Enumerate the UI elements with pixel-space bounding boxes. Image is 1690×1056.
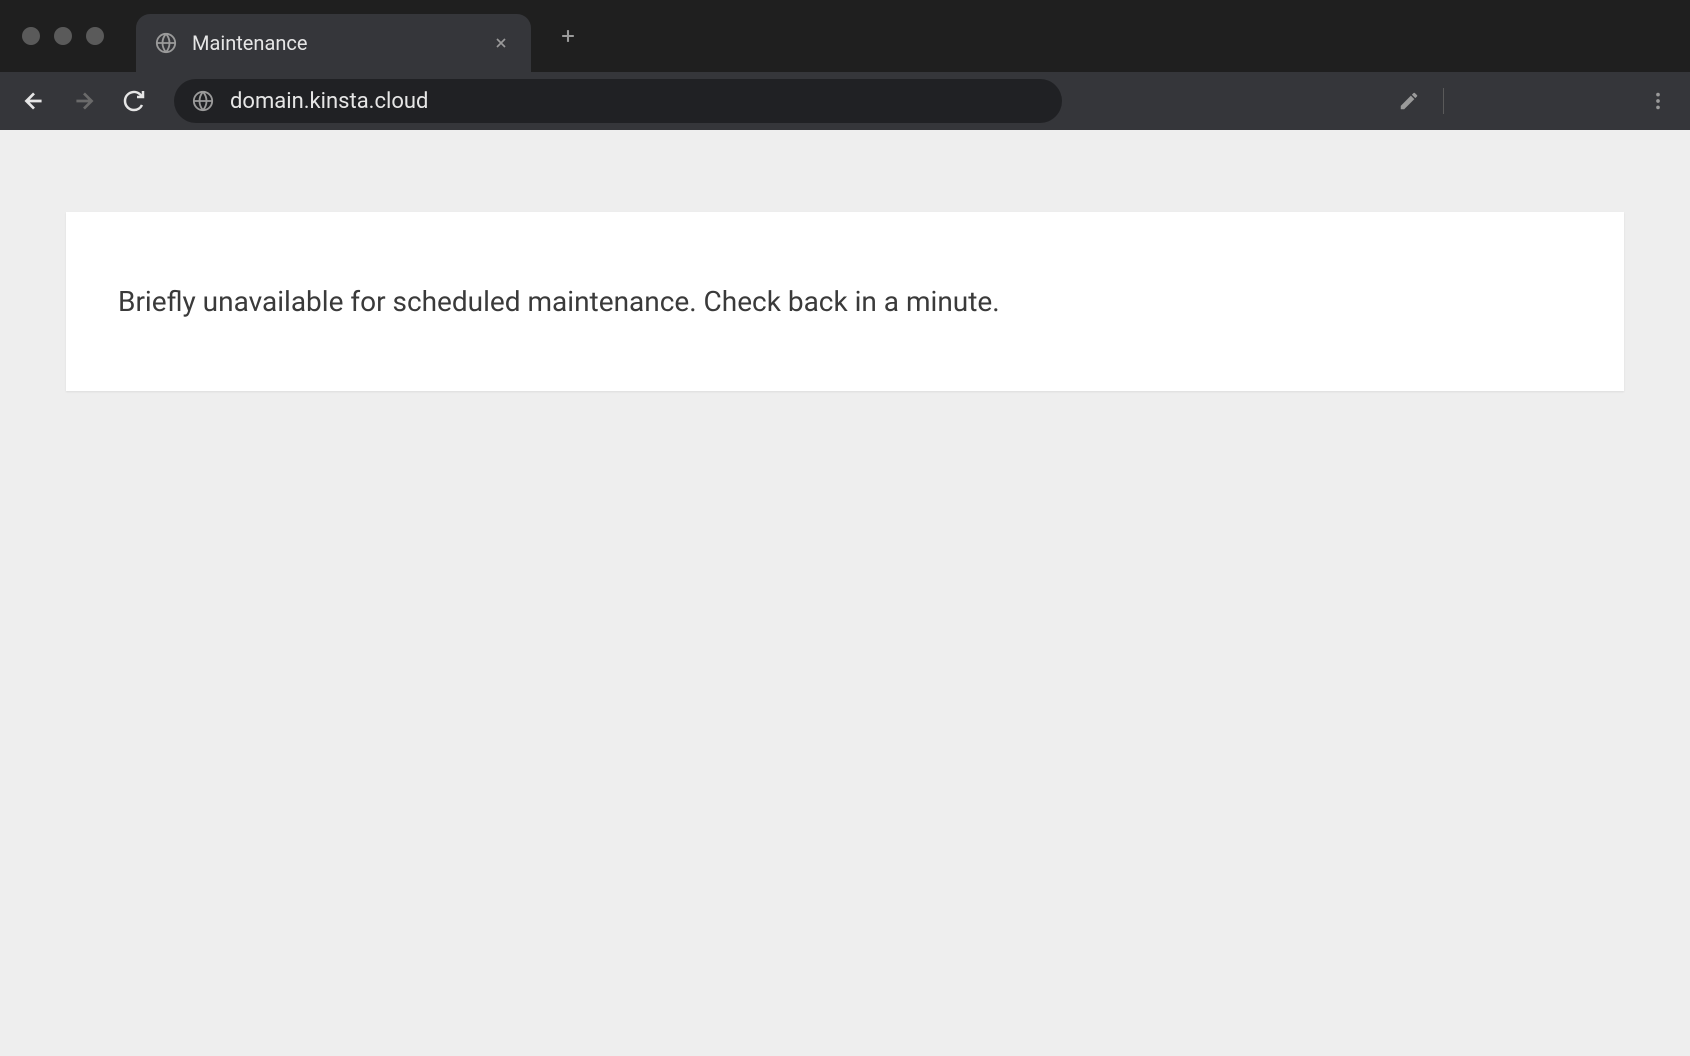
site-info-globe-icon[interactable] (192, 90, 214, 112)
window-close-button[interactable] (22, 27, 40, 45)
page-viewport: Briefly unavailable for scheduled mainte… (0, 130, 1690, 1056)
browser-toolbar: domain.kinsta.cloud (0, 72, 1690, 130)
window-maximize-button[interactable] (86, 27, 104, 45)
back-button[interactable] (14, 81, 54, 121)
window-minimize-button[interactable] (54, 27, 72, 45)
reload-button[interactable] (114, 81, 154, 121)
window-controls (22, 27, 104, 45)
extension-pen-icon[interactable] (1391, 83, 1427, 119)
window-title-bar: Maintenance (0, 0, 1690, 72)
toolbar-right-group (1391, 83, 1676, 119)
new-tab-button[interactable] (553, 21, 583, 51)
globe-icon (154, 31, 178, 55)
browser-tab[interactable]: Maintenance (136, 14, 531, 72)
forward-button[interactable] (64, 81, 104, 121)
menu-button[interactable] (1640, 83, 1676, 119)
address-bar[interactable]: domain.kinsta.cloud (174, 79, 1062, 123)
maintenance-message-box: Briefly unavailable for scheduled mainte… (66, 212, 1624, 391)
tab-title: Maintenance (192, 31, 489, 55)
close-tab-icon[interactable] (489, 31, 513, 55)
maintenance-message: Briefly unavailable for scheduled mainte… (118, 282, 1572, 321)
url-text[interactable]: domain.kinsta.cloud (230, 89, 1044, 114)
toolbar-divider (1443, 88, 1444, 114)
